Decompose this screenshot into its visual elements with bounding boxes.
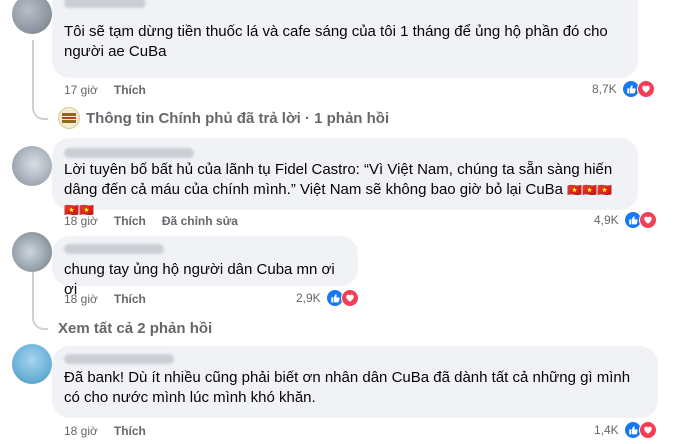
comment-meta: 18 giờ Thích [64, 292, 146, 306]
author-name-blurred[interactable] [64, 148, 194, 158]
comment-time[interactable]: 18 giờ [64, 214, 98, 228]
like-button[interactable]: Thích [114, 214, 146, 228]
reply-summary[interactable]: Thông tin Chính phủ đã trả lời · 1 phản … [58, 107, 389, 129]
avatar[interactable] [12, 232, 52, 272]
comment-meta: 18 giờ Thích Đã chỉnh sửa [64, 214, 238, 228]
comment-text: Đã bank! Dù ít nhiều cũng phải biết ơn n… [64, 369, 635, 406]
love-icon [340, 289, 359, 307]
comment-bubble: Tôi sẽ tạm dừng tiền thuốc lá và cafe sá… [52, 0, 638, 78]
view-more-replies[interactable]: Xem tất cả 2 phản hồi [58, 320, 212, 337]
author-name-blurred[interactable] [64, 354, 174, 364]
reaction-count: 2,9K [296, 291, 321, 305]
gov-avatar-icon [58, 107, 80, 129]
comment-text: Tôi sẽ tạm dừng tiền thuốc lá và cafe sá… [64, 23, 612, 60]
comment-time[interactable]: 18 giờ [64, 424, 98, 438]
comment-meta: 18 giờ Thích [64, 424, 146, 438]
love-icon [636, 80, 655, 98]
comment-bubble: Đã bank! Dù ít nhiều cũng phải biết ơn n… [52, 346, 658, 418]
comment-time[interactable]: 17 giờ [64, 83, 98, 97]
reply-summary-text: Thông tin Chính phủ đã trả lời · 1 phản … [86, 109, 390, 127]
reaction-count: 4,9K [594, 213, 619, 227]
edited-label[interactable]: Đã chỉnh sửa [162, 214, 238, 228]
reaction-count: 8,7K [592, 82, 617, 96]
reaction-summary[interactable]: 4,9K [594, 211, 657, 229]
like-button[interactable]: Thích [114, 292, 146, 306]
avatar[interactable] [12, 344, 52, 384]
reaction-summary[interactable]: 1,4K [594, 421, 657, 439]
comment-text: Lời tuyên bố bất hủ của lãnh tụ Fidel Ca… [64, 160, 626, 220]
comment-meta: 17 giờ Thích [64, 83, 146, 97]
thread-connector [32, 40, 48, 120]
avatar[interactable] [12, 0, 52, 34]
author-name-blurred[interactable] [64, 244, 164, 254]
thread-connector [32, 272, 48, 330]
comment-bubble: chung tay ủng hộ người dân Cuba mn ơi ơi [52, 236, 358, 298]
reaction-count: 1,4K [594, 423, 619, 437]
love-icon [638, 421, 657, 439]
author-name-blurred[interactable] [64, 0, 146, 8]
comment-time[interactable]: 18 giờ [64, 292, 98, 306]
avatar[interactable] [12, 146, 52, 186]
love-icon [638, 211, 657, 229]
comment-bubble: Lời tuyên bố bất hủ của lãnh tụ Fidel Ca… [52, 138, 638, 217]
comment-text-body: Lời tuyên bố bất hủ của lãnh tụ Fidel Ca… [64, 161, 617, 198]
like-button[interactable]: Thích [114, 83, 146, 97]
reaction-summary[interactable]: 2,9K [296, 289, 359, 307]
reaction-summary[interactable]: 8,7K [592, 80, 655, 98]
like-button[interactable]: Thích [114, 424, 146, 438]
